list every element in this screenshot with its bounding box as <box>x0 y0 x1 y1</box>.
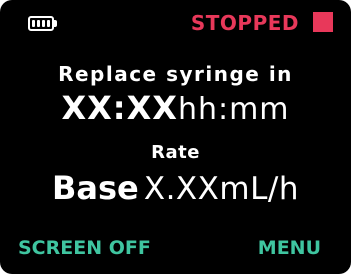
battery-cap <box>54 20 57 27</box>
time-value: XX:XX <box>61 89 178 127</box>
menu-button[interactable]: MENU <box>258 236 321 260</box>
battery-bar <box>32 20 35 27</box>
rate-mode: Base <box>52 169 139 207</box>
stop-square-icon <box>313 12 333 32</box>
battery-bar <box>47 20 50 27</box>
battery-bar <box>37 20 40 27</box>
replace-syringe-title: Replace syringe in <box>58 62 293 86</box>
screen-off-button[interactable]: SCREEN OFF <box>18 236 151 260</box>
rate-label: Rate <box>151 142 200 163</box>
battery-full-icon <box>28 16 54 31</box>
time-unit: hh:mm <box>177 92 290 127</box>
pump-display-screen: STOPPED Replace syringe in XX:XXhh:mm Ra… <box>0 0 351 274</box>
rate-readout: Base X.XXmL/h <box>0 167 351 215</box>
rate-value: X.XXmL/h <box>143 171 299 207</box>
status-text: STOPPED <box>190 11 299 35</box>
battery-bar <box>42 20 45 27</box>
time-remaining: XX:XXhh:mm <box>0 88 351 134</box>
